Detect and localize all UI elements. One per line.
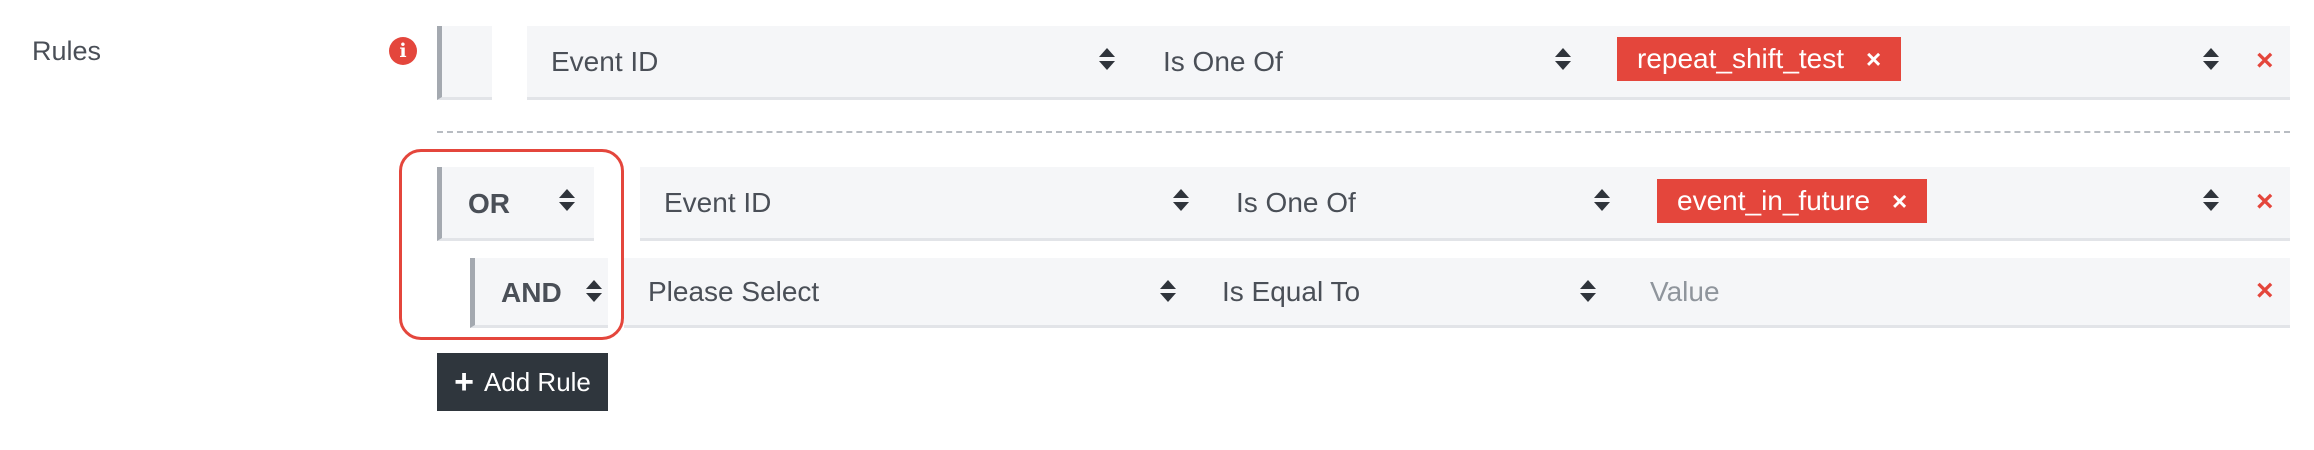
group1-rule1-value-multiselect[interactable]: repeat_shift_test × [1595, 26, 2240, 100]
rules-label: Rules [32, 36, 102, 66]
add-rule-label: Add Rule [483, 366, 591, 397]
field-select-value: Please Select [648, 276, 820, 307]
select-caret-icon [2203, 189, 2219, 211]
select-caret-icon [1173, 189, 1189, 211]
value-tag-label: event_in_future [1677, 185, 1871, 216]
tag-remove-icon[interactable]: × [1866, 44, 1881, 75]
tag-remove-icon[interactable]: × [1892, 186, 1907, 217]
select-caret-icon [1580, 280, 1596, 302]
group2-rule1-field-select[interactable]: Event ID [640, 167, 1202, 241]
info-icon[interactable]: i [389, 37, 417, 65]
operator-select-value: Is Equal To [1222, 276, 1361, 307]
select-caret-icon [1099, 48, 1115, 70]
group1-rule1-remove-cell: × [2240, 26, 2290, 100]
remove-rule-icon[interactable]: × [2256, 187, 2274, 217]
operator-select-value: Is One Of [1163, 46, 1283, 77]
subgroup-rule1-remove-cell: × [2240, 258, 2290, 328]
plus-icon: + [454, 363, 474, 401]
group2-rule1-remove-cell: × [2240, 167, 2290, 241]
subgroup-rule1-operator-select[interactable]: Is Equal To [1188, 258, 1618, 328]
group1-connector [437, 26, 492, 100]
add-rule-button[interactable]: + Add Rule [437, 353, 608, 411]
group2-rule1-value-multiselect[interactable]: event_in_future × [1635, 167, 2240, 241]
field-select-value: Event ID [551, 46, 659, 77]
connector-highlight-box [399, 149, 624, 340]
group-divider [437, 131, 2290, 133]
value-tag-label: repeat_shift_test [1637, 43, 1845, 74]
value-tag: repeat_shift_test × [1617, 37, 1902, 81]
subgroup-rule1-value-input[interactable]: Value [1618, 258, 2240, 328]
select-caret-icon [1594, 189, 1610, 211]
subgroup-rule1-field-select[interactable]: Please Select [624, 258, 1188, 328]
select-caret-icon [1555, 48, 1571, 70]
operator-select-value: Is One Of [1236, 187, 1356, 218]
group2-rule1-operator-select[interactable]: Is One Of [1202, 167, 1635, 241]
select-caret-icon [2203, 48, 2219, 70]
value-tag: event_in_future × [1657, 179, 1928, 223]
value-input-placeholder: Value [1650, 276, 1720, 307]
field-select-value: Event ID [664, 187, 772, 218]
remove-rule-icon[interactable]: × [2256, 276, 2274, 306]
group1-rule1-operator-select[interactable]: Is One Of [1139, 26, 1595, 100]
group1-rule1-field-select[interactable]: Event ID [527, 26, 1139, 100]
select-caret-icon [1160, 280, 1176, 302]
remove-rule-icon[interactable]: × [2256, 46, 2274, 76]
